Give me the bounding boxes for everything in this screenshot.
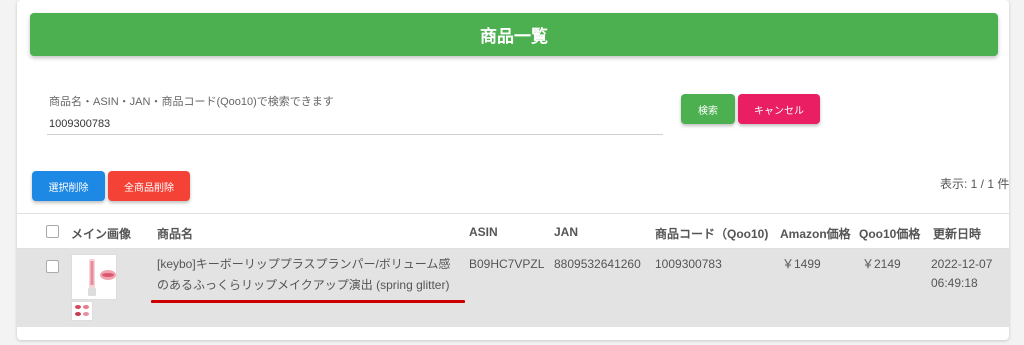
delete-selected-button[interactable]: 選択削除 — [32, 171, 105, 201]
page-title: 商品一覧 — [30, 13, 998, 56]
swatch-image — [71, 301, 93, 321]
product-name-line2: のあるふっくらリップメイクアップ演出 (spring glitter) — [157, 278, 450, 292]
column-header-asin: ASIN — [469, 225, 498, 239]
column-header-qoo10-price: Qoo10価格 — [859, 227, 921, 241]
column-header-updated: 更新日時 — [933, 227, 982, 241]
row-checkbox[interactable] — [46, 260, 59, 273]
updated-date: 2022-12-07 — [931, 257, 993, 271]
column-header-image: メイン画像 — [71, 227, 132, 241]
cancel-button[interactable]: キャンセル — [738, 94, 820, 124]
column-header-jan: JAN — [554, 225, 579, 239]
column-header-code: 商品コード（Qoo10) — [655, 227, 769, 241]
delete-all-button[interactable]: 全商品削除 — [108, 171, 190, 201]
pagination-info: 表示: 1 / 1 件 — [940, 177, 1010, 191]
product-image — [71, 254, 117, 300]
highlight-underline — [151, 300, 465, 303]
code-value: 1009300783 — [655, 257, 722, 271]
jan-value: 8809532641260 — [554, 257, 641, 271]
qoo10-price-value: ￥2149 — [862, 257, 901, 271]
table-row[interactable]: [keybo]キーボーリッププラスプランパー/ボリューム感 のあるふっくらリップ… — [17, 249, 1009, 327]
updated-time: 06:49:18 — [931, 276, 978, 290]
search-input[interactable] — [47, 113, 663, 135]
column-header-amazon-price: Amazon価格 — [780, 227, 851, 241]
amazon-price-value: ￥1499 — [782, 257, 821, 271]
table-header: メイン画像 商品名 ASIN JAN 商品コード（Qoo10) Amazon価格… — [17, 213, 1009, 249]
column-header-name: 商品名 — [157, 227, 194, 241]
search-label: 商品名・ASIN・JAN・商品コード(Qoo10)で検索できます — [49, 96, 334, 108]
product-name-line1: [keybo]キーボーリッププラスプランパー/ボリューム感 — [157, 257, 451, 271]
select-all-checkbox[interactable] — [46, 225, 59, 238]
asin-value: B09HC7VPZL — [469, 257, 545, 271]
search-button[interactable]: 検索 — [681, 94, 735, 124]
